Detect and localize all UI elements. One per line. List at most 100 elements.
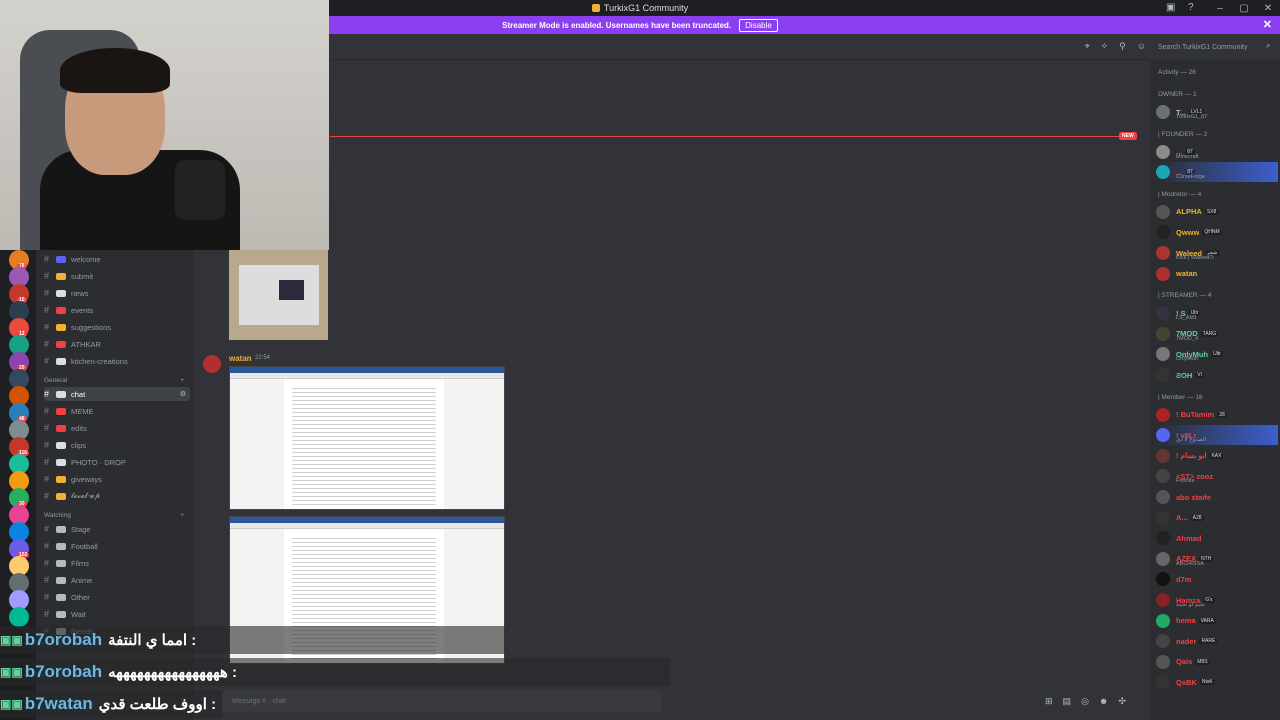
inbox-icon[interactable]: ▣ (1166, 2, 1178, 14)
member-item[interactable]: Qais M8S (1156, 652, 1278, 672)
channel-item[interactable]: # chat ⚙ (44, 387, 190, 401)
category-general[interactable]: General + (44, 377, 184, 384)
avatar (1156, 105, 1170, 119)
channel-label: Other (71, 592, 90, 602)
channel-item[interactable]: # Football (44, 539, 190, 553)
channel-item[interactable]: # news (44, 286, 190, 300)
channel-item[interactable]: # kitchen-creations (44, 354, 190, 368)
message-timestamp: 22:54 (255, 355, 271, 361)
add-channel-icon[interactable]: + (180, 512, 184, 519)
channel-emoji-icon (56, 272, 66, 280)
channel-item[interactable]: # suggestions (44, 320, 190, 334)
member-item[interactable]: d7m (1156, 569, 1278, 589)
member-item[interactable]: watan (1156, 264, 1278, 284)
member-item[interactable]: ! BuTamim 28 (1156, 405, 1278, 425)
gif-icon[interactable]: ▤ (1063, 696, 1072, 707)
maximize-button[interactable]: ▢ (1232, 3, 1256, 14)
member-list-icon[interactable]: ☺ (1137, 41, 1146, 52)
threads-icon[interactable]: ⌖ (1085, 41, 1090, 52)
member-name: d7m (1176, 574, 1192, 584)
channel-label: Football (71, 541, 98, 551)
channel-item[interactable]: # Anime (44, 573, 190, 587)
member-item[interactable]: Hamza G's تبليم لو نجمة (1156, 590, 1278, 610)
member-item[interactable]: T... LVL1 TurkixG1_87 (1156, 102, 1278, 122)
channel-emoji-icon (56, 441, 66, 449)
channel-item[interactable]: # edits (44, 421, 190, 435)
member-status: Minecraft (1176, 153, 1199, 160)
search-icon[interactable]: ⌕ (1266, 41, 1270, 51)
member-item[interactable]: Ahmad (1156, 528, 1278, 548)
member-item[interactable]: AZEX NTH ABCHISSA (1156, 549, 1278, 569)
notification-settings-icon[interactable]: ✧ (1101, 41, 1109, 52)
close-window-button[interactable]: ✕ (1256, 3, 1280, 14)
member-item[interactable]: Qwww QHNM (1156, 222, 1278, 242)
channel-item[interactable]: # Films (44, 556, 190, 570)
member-item[interactable]: abo staife (1156, 487, 1278, 507)
role-group-label: | Modretor — 4 (1158, 190, 1202, 198)
chat-header: ⌖ ✧ ⚲ ☺ (330, 34, 1150, 60)
disable-streamer-mode-button[interactable]: Disable (739, 18, 778, 32)
channel-item[interactable]: # MEME (44, 404, 190, 418)
channel-item[interactable]: # welcome (44, 252, 190, 266)
member-item[interactable]: <ST> zooz Fortnite (1156, 466, 1278, 486)
hash-icon: # (44, 474, 50, 484)
attachment-image[interactable] (229, 250, 328, 340)
member-status: تبليم لو نجمة (1176, 602, 1206, 608)
channel-item[interactable]: # Stage (44, 522, 190, 536)
channel-item[interactable]: # giveways (44, 472, 190, 486)
category-watching[interactable]: Watching + (44, 512, 184, 519)
server-icon[interactable] (9, 607, 29, 627)
avatar (1156, 469, 1170, 484)
channel-item[interactable]: # 𝓵𝓮𝓿𝓮𝓵-𝓾𝓹 (44, 489, 190, 503)
channel-item[interactable]: # events (44, 303, 190, 317)
close-banner-icon[interactable]: ✕ (1263, 18, 1272, 31)
attachment-screenshot[interactable] (229, 366, 505, 510)
channel-settings-icon[interactable]: ⚙ (180, 390, 186, 398)
member-item[interactable]: ! v8Lr الصدوح لا دي (1156, 425, 1278, 446)
channel-item[interactable]: # Other (44, 590, 190, 604)
apps-icon[interactable]: ✣ (1118, 696, 1126, 707)
member-item[interactable]: QxBK NtsK (1156, 672, 1278, 692)
member-item[interactable]: 7MOD TARG 7MOD_4 (1156, 324, 1278, 344)
channel-item[interactable]: # submit (44, 269, 190, 283)
chat-username: b7watan (24, 694, 93, 713)
message-author[interactable]: watan (229, 354, 252, 363)
channel-item[interactable]: # ATHKAR (44, 337, 190, 351)
category-label: General (44, 377, 68, 384)
new-badge: NEW (1119, 132, 1137, 140)
emoji-icon[interactable]: ☻ (1099, 696, 1108, 707)
sticker-icon[interactable]: ◎ (1081, 696, 1089, 707)
help-icon[interactable]: ? (1188, 2, 1200, 14)
pinned-messages-icon[interactable]: ⚲ (1119, 41, 1126, 52)
member-item[interactable]: OnlyMuh Ultr OnlyMuh (1156, 344, 1278, 364)
channel-emoji-icon (56, 542, 66, 550)
hash-icon: # (44, 356, 50, 366)
gift-icon[interactable]: ⊞ (1045, 696, 1053, 707)
activity-header[interactable]: Activity — 26 (1158, 69, 1196, 76)
channel-item[interactable]: # Wait (44, 607, 190, 621)
guild-tag: SX8 (1204, 208, 1219, 215)
member-item[interactable]: ALPHA SX8 (1156, 202, 1278, 222)
message-input[interactable]: Message # · chat (222, 690, 662, 712)
member-item[interactable]: Waleed شجر Kick | Waleed7i (1156, 243, 1278, 263)
member-name: ƧOH (1176, 370, 1193, 380)
member-item[interactable]: ... 87 CurseForge (1156, 162, 1278, 183)
member-item[interactable]: hema VARA (1156, 611, 1278, 631)
add-channel-icon[interactable]: + (180, 377, 184, 384)
member-item[interactable]: A... A28 (1156, 508, 1278, 528)
member-item[interactable]: ƧOH VI (1156, 365, 1278, 385)
member-item[interactable]: ! ابو بسام KAX (1156, 446, 1278, 466)
banner-text: Streamer Mode is enabled. Usernames have… (502, 20, 732, 30)
member-item[interactable]: ... 87 Minecraft (1156, 142, 1278, 162)
avatar (1156, 551, 1170, 566)
member-item[interactable]: nader RARE (1156, 631, 1278, 651)
avatar (1156, 266, 1170, 281)
search-input[interactable]: Search TurkixG1 Community (1154, 40, 1264, 54)
channel-item[interactable]: # PHOTO · DROP (44, 455, 190, 469)
minimize-button[interactable]: – (1208, 3, 1232, 14)
channel-item[interactable]: # clips (44, 438, 190, 452)
member-item[interactable]: ! S Ultr LS_AM1 (1156, 303, 1278, 323)
channel-emoji-icon (56, 610, 66, 618)
new-messages-divider (330, 136, 1126, 137)
avatar[interactable] (203, 355, 221, 373)
